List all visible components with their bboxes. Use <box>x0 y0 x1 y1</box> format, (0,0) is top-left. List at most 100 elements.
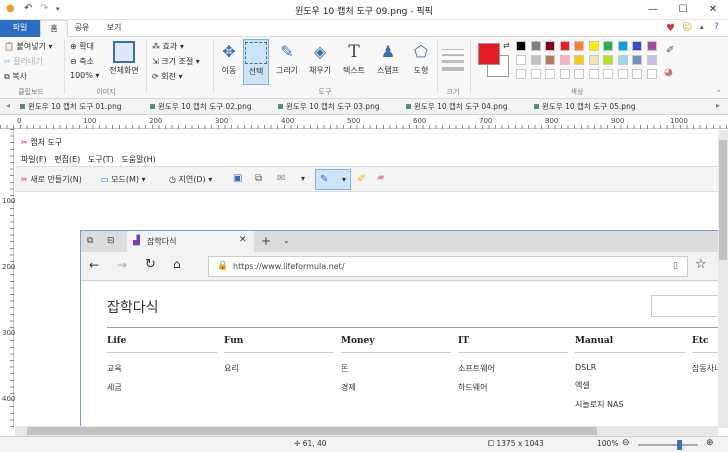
color-swatch[interactable] <box>603 41 613 51</box>
send-dropdown-icon[interactable]: ▾ <box>301 174 305 183</box>
cut-button[interactable]: ✂ 잘라내기 <box>4 56 43 67</box>
site-menu-heading[interactable]: Life <box>107 336 217 346</box>
site-menu-heading[interactable]: Money <box>341 336 451 346</box>
custom-color-swatch[interactable] <box>530 69 541 79</box>
minimize-button[interactable]: — <box>638 0 668 20</box>
site-menu-heading[interactable]: Etc <box>692 336 720 346</box>
zoom-select[interactable]: 100% ▾ <box>70 71 99 80</box>
site-menu-link[interactable]: 경제 <box>341 382 451 393</box>
color-swatch[interactable] <box>603 55 613 65</box>
color-swatch[interactable] <box>646 55 657 65</box>
doc-tab[interactable]: 윈도우 10 캡처 도구 02.png <box>150 101 252 112</box>
color-swatch[interactable] <box>574 41 584 51</box>
site-menu-heading[interactable]: Manual <box>575 336 685 346</box>
snip-menu-help[interactable]: 도움말(H) <box>121 155 155 164</box>
doc-tab[interactable]: 윈도우 10 캡처 도구 04.png <box>406 101 508 112</box>
save-icon[interactable]: ▣ <box>233 173 242 184</box>
eraser-icon[interactable]: ▰ <box>377 172 385 183</box>
color-swatch[interactable] <box>530 41 541 51</box>
reading-view-icon[interactable]: ▯ <box>673 261 678 271</box>
tool-select-button[interactable]: 선택 <box>243 39 269 85</box>
color-swatch[interactable] <box>545 41 555 51</box>
tab-share[interactable]: 공유 <box>68 20 96 37</box>
color-swatch[interactable] <box>617 41 628 51</box>
zoom-slider-track[interactable] <box>638 444 698 446</box>
zoom-in-button[interactable]: ⊕ 확대 <box>70 41 94 52</box>
color-swatch[interactable] <box>574 55 584 65</box>
swap-colors-icon[interactable]: ⇄ <box>503 41 510 50</box>
scroll-thumb[interactable] <box>719 140 727 260</box>
custom-color-swatch[interactable] <box>646 69 657 79</box>
highlighter-icon[interactable]: ✐ <box>357 172 366 185</box>
tool-move-button[interactable]: ✥ 이동 <box>216 41 242 76</box>
color-swatch[interactable] <box>617 55 628 65</box>
send-icon[interactable]: ✉ <box>277 173 285 184</box>
favorite-star-icon[interactable]: ☆ <box>695 257 707 272</box>
color-swatch[interactable] <box>516 41 526 51</box>
scroll-thumb[interactable] <box>27 427 597 435</box>
site-search-input[interactable] <box>651 295 720 317</box>
heart-icon[interactable]: ♥ <box>666 23 675 34</box>
doc-tab[interactable]: 윈도우 10 캡처 도구 05.png <box>534 101 636 112</box>
color-swatch[interactable] <box>545 55 555 65</box>
zoom-out-icon[interactable]: ⊖ <box>622 438 630 448</box>
horizontal-scrollbar[interactable] <box>15 426 718 436</box>
custom-color-swatch[interactable] <box>516 69 526 79</box>
snip-mode-button[interactable]: ▭ 모드(M) ▾ <box>101 174 146 185</box>
close-tab-icon[interactable]: ✕ <box>239 235 247 245</box>
color-swatch[interactable] <box>588 55 599 65</box>
site-menu-heading[interactable]: Fun <box>224 336 334 346</box>
site-menu-link[interactable]: 잡동사니 <box>692 363 720 374</box>
vertical-scrollbar[interactable] <box>718 130 728 428</box>
zoom-out-button[interactable]: ⊖ 축소 <box>70 56 94 67</box>
color-swatch[interactable] <box>559 55 570 65</box>
custom-color-swatch[interactable] <box>574 69 584 79</box>
doc-tab[interactable]: 윈도우 10 캡처 도구 01.png <box>20 101 122 112</box>
site-menu-link[interactable]: 세금 <box>107 382 217 393</box>
site-menu-link[interactable]: 요리 <box>224 363 334 374</box>
tab-home[interactable]: 홈 <box>40 20 68 38</box>
custom-color-swatch[interactable] <box>603 69 613 79</box>
color-swatch[interactable] <box>632 41 642 51</box>
paste-button[interactable]: 📋 붙여넣기 ▾ <box>4 41 53 52</box>
tool-text-button[interactable]: T 텍스트 <box>338 41 370 76</box>
new-tab-icon[interactable]: + <box>261 234 271 248</box>
ribbon-pin-icon[interactable]: ⌃ <box>716 89 722 97</box>
color-swatch[interactable] <box>516 55 526 65</box>
custom-color-swatch[interactable] <box>559 69 570 79</box>
maximize-button[interactable]: ☐ <box>668 0 698 20</box>
tabs-scroll-right-icon[interactable]: ▸ <box>716 101 720 110</box>
doc-tab[interactable]: 윈도우 10 캡처 도구 03.png <box>278 101 380 112</box>
color-swatch[interactable] <box>559 41 570 51</box>
home-icon[interactable]: ⌂ <box>173 257 181 271</box>
tab-list-icon[interactable]: ⌄ <box>283 236 290 245</box>
resize-button[interactable]: ⇲ 크기 조절 ▾ <box>152 56 200 67</box>
browser-tab[interactable]: ▟ 잡학다식 ✕ <box>127 231 254 252</box>
color-swatch[interactable] <box>530 55 541 65</box>
tool-draw-button[interactable]: ✎ 그리기 <box>272 41 302 76</box>
smile-icon[interactable]: ☺ <box>682 22 692 33</box>
copy-icon[interactable]: ⧉ <box>255 173 262 184</box>
tabs-scroll-left-icon[interactable]: ◂ <box>6 101 10 110</box>
site-menu-link[interactable]: 시놀로지 NAS <box>575 399 685 410</box>
site-menu-link[interactable]: 교육 <box>107 363 217 374</box>
effect-button[interactable]: ⁂ 효과 ▾ <box>152 41 184 52</box>
tool-shape-button[interactable]: ⬠ 도형 <box>406 41 436 76</box>
snip-new-button[interactable]: ✂ 새로 만들기(N) <box>21 174 82 185</box>
color-swatch[interactable] <box>646 41 657 51</box>
url-field[interactable]: 🔒 https://www.lifeformula.net/ <box>208 256 688 277</box>
pen-button[interactable]: ✎ ▾ <box>315 169 351 190</box>
color-swatch[interactable] <box>632 55 642 65</box>
custom-color-swatch[interactable] <box>545 69 555 79</box>
refresh-icon[interactable]: ↻ <box>145 257 156 272</box>
forward-icon[interactable]: → <box>117 258 127 272</box>
tab-manager-icon[interactable]: ⧉ <box>87 236 93 246</box>
ribbon-collapse-icon[interactable]: ▴ <box>700 23 704 31</box>
color-picker-icon[interactable]: ✐ <box>666 45 674 56</box>
site-menu-heading[interactable]: IT <box>458 336 568 346</box>
image-canvas[interactable]: ✂ 캡처 도구 파일(F) 편집(E) 도구(T) 도움말(H) ✂ 새로 만들… <box>15 130 720 428</box>
site-menu-link[interactable]: 돈 <box>341 363 451 374</box>
site-menu-link[interactable]: 엑셀 <box>575 380 685 391</box>
tool-fill-button[interactable]: ◈ 채우기 <box>304 41 336 76</box>
custom-color-swatch[interactable] <box>588 69 599 79</box>
